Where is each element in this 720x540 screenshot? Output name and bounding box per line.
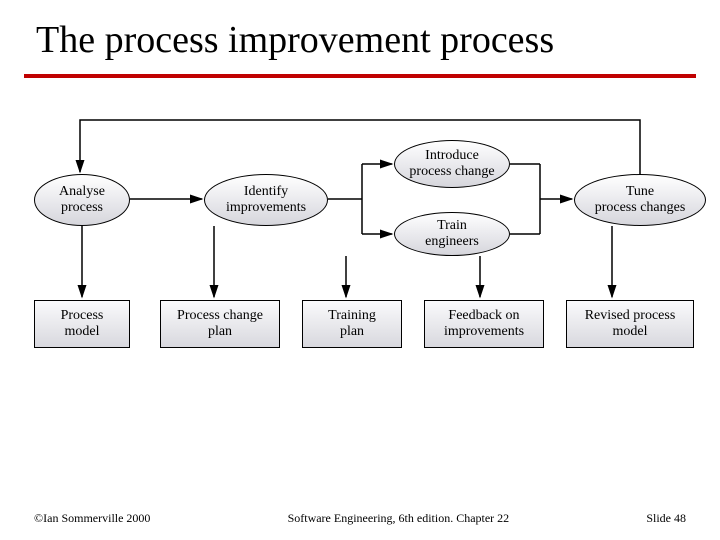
activity-train: Trainengineers: [394, 212, 510, 256]
slide-footer: ©Ian Sommerville 2000 Software Engineeri…: [0, 511, 720, 526]
activity-identify: Identifyimprovements: [204, 174, 328, 226]
footer-reference: Software Engineering, 6th edition. Chapt…: [288, 511, 510, 526]
activity-introduce: Introduceprocess change: [394, 140, 510, 188]
footer-copyright: ©Ian Sommerville 2000: [34, 511, 150, 526]
output-training-plan: Trainingplan: [302, 300, 402, 348]
output-revised-model: Revised processmodel: [566, 300, 694, 348]
process-diagram: Analyseprocess Identifyimprovements Intr…: [0, 104, 720, 374]
output-change-plan: Process changeplan: [160, 300, 280, 348]
footer-slide-num: Slide 48: [646, 511, 686, 526]
activity-tune: Tuneprocess changes: [574, 174, 706, 226]
activity-analyse: Analyseprocess: [34, 174, 130, 226]
output-feedback: Feedback onimprovements: [424, 300, 544, 348]
title-underline: [24, 74, 696, 78]
output-process-model: Processmodel: [34, 300, 130, 348]
slide-title: The process improvement process: [36, 18, 554, 62]
